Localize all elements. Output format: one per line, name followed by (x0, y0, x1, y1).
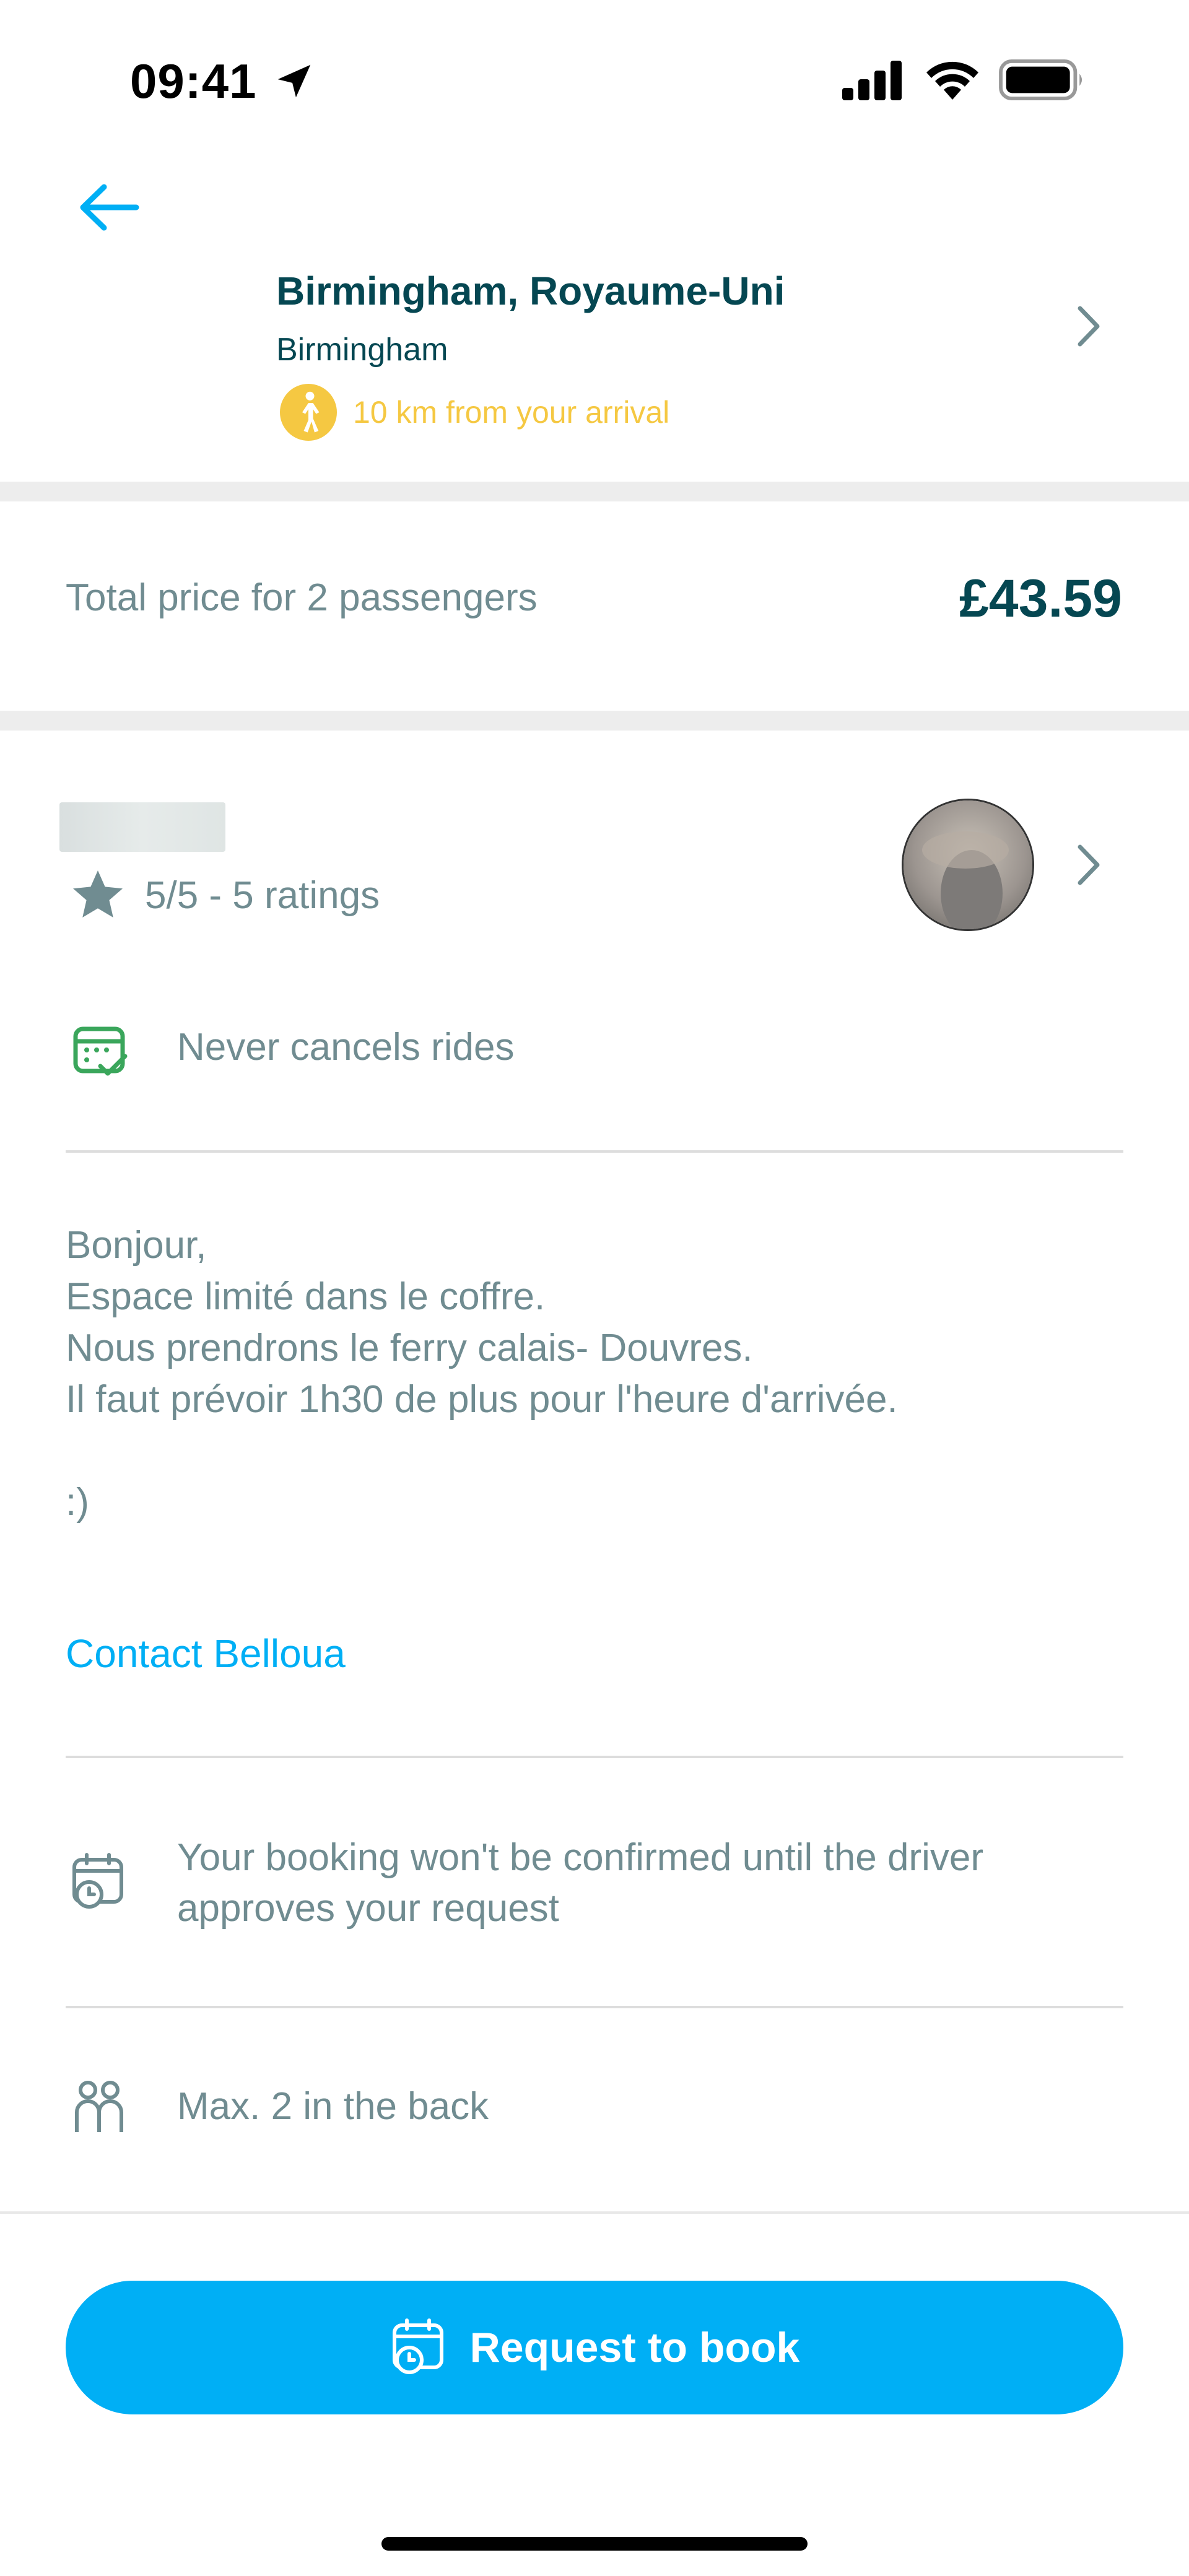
passengers-icon (75, 2081, 123, 2132)
never-cancels-text: Never cancels rides (177, 1026, 515, 1069)
section-divider (0, 482, 1189, 501)
divider (66, 1150, 1123, 1153)
message-line: :) (66, 1481, 89, 1524)
destination-title: Birmingham, Royaume-Uni (276, 269, 785, 313)
pedestrian-icon (280, 384, 337, 441)
calendar-check-icon (73, 1026, 128, 1076)
driver-message: Bonjour, Espace limité dans le coffre. N… (66, 1220, 1118, 1528)
message-line (66, 1425, 1118, 1477)
calendar-clock-icon (392, 2318, 443, 2374)
message-line: Nous prendrons le ferry calais- Douvres. (66, 1327, 753, 1369)
distance-note: 10 km from your arrival (280, 384, 669, 441)
footer-divider (0, 2211, 1189, 2214)
price-label: Total price for 2 passengers (66, 576, 538, 619)
calendar-clock-icon (72, 1853, 123, 1909)
distance-note-text: 10 km from your arrival (353, 395, 670, 430)
message-line: Espace limité dans le coffre. (66, 1275, 546, 1318)
cellular-signal-icon (842, 61, 902, 100)
home-indicator[interactable] (381, 2537, 808, 2551)
message-line: Bonjour, (66, 1224, 207, 1267)
divider (66, 2006, 1123, 2008)
approval-note: Your booking won't be confirmed until th… (177, 1836, 983, 1930)
price-value: £43.59 (959, 569, 1122, 628)
battery-icon (999, 59, 1082, 100)
section-divider (0, 711, 1189, 731)
status-bar: 09:41 (0, 0, 1189, 149)
message-line: Il faut prévoir 1h30 de plus pour l'heur… (66, 1378, 898, 1421)
star-icon (73, 870, 123, 917)
back-arrow-icon[interactable] (74, 180, 142, 235)
wifi-icon (926, 61, 978, 100)
request-to-book-label: Request to book (469, 2324, 800, 2371)
status-time: 09:41 (130, 54, 257, 108)
driver-name-redacted[interactable] (59, 802, 225, 852)
chevron-right-icon[interactable] (1070, 298, 1107, 354)
request-to-book-button[interactable]: Request to book (66, 2281, 1123, 2414)
back-seats-note: Max. 2 in the back (177, 2085, 489, 2128)
divider (66, 1756, 1123, 1758)
location-arrow-icon (277, 64, 311, 98)
chevron-right-icon[interactable] (1070, 837, 1107, 893)
destination-subtitle: Birmingham (276, 332, 448, 368)
avatar[interactable] (902, 799, 1034, 931)
destination-block[interactable]: Birmingham, Royaume-Uni Birmingham (276, 260, 1081, 378)
driver-rating: 5/5 - 5 ratings (68, 865, 380, 925)
contact-driver-link[interactable]: Contact Belloua (66, 1631, 346, 1676)
rating-text: 5/5 - 5 ratings (145, 874, 380, 917)
